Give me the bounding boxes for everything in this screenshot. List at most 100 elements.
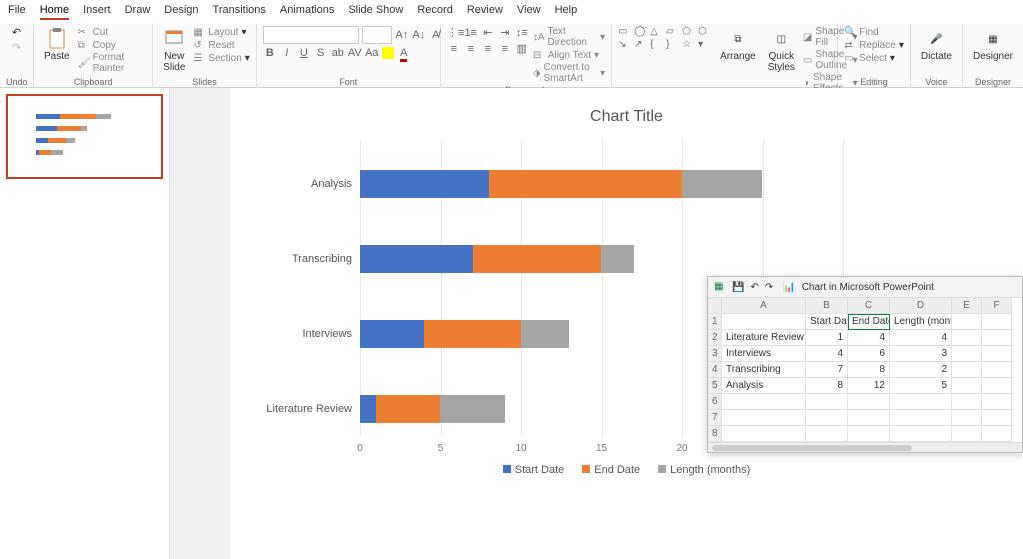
- format-painter-button[interactable]: 🖌Format Painter: [78, 52, 147, 74]
- undo-icon[interactable]: ↶: [12, 26, 21, 39]
- layout-button[interactable]: ▦Layout ▾: [193, 26, 249, 38]
- replace-button[interactable]: ⇄Replace ▾: [844, 39, 904, 51]
- menu-record[interactable]: Record: [417, 4, 452, 20]
- data-window-titlebar[interactable]: ▦ 💾 ↶ ↷ 📊 Chart in Microsoft PowerPoint: [708, 277, 1022, 298]
- find-button[interactable]: 🔍Find: [844, 26, 904, 38]
- dictate-button[interactable]: 🎤 Dictate: [917, 26, 956, 64]
- redo-mini-icon[interactable]: ↷: [765, 282, 773, 293]
- bar-row[interactable]: [360, 170, 762, 198]
- layout-icon: ▦: [193, 26, 205, 38]
- align-right-button[interactable]: ≡: [481, 43, 495, 55]
- text-direction-button[interactable]: ↕AText Direction ▾: [533, 26, 605, 48]
- save-icon[interactable]: 💾: [732, 282, 744, 293]
- category-label: Transcribing: [292, 253, 352, 265]
- brush-icon: 🖌: [78, 57, 90, 69]
- align-left-button[interactable]: ≡: [447, 43, 461, 55]
- bullets-button[interactable]: ⋮≡: [447, 26, 461, 39]
- italic-button[interactable]: I: [280, 47, 294, 59]
- indent-dec-button[interactable]: ⇤: [481, 26, 495, 39]
- ribbon: ↶ ↷ Undo Paste ✂Cut ⧉Copy 🖌Format Painte…: [0, 24, 1023, 88]
- quick-styles-button[interactable]: ◫ Quick Styles: [764, 26, 799, 75]
- align-text-button[interactable]: ⊟Align Text ▾: [533, 49, 605, 61]
- menu-help[interactable]: Help: [555, 4, 578, 20]
- bar-row[interactable]: [360, 320, 569, 348]
- strike-button[interactable]: S: [314, 47, 328, 59]
- designer-icon: ▦: [982, 28, 1004, 50]
- group-label-voice: Voice: [917, 76, 956, 87]
- group-label-slides: Slides: [159, 76, 250, 87]
- bar-row[interactable]: [360, 245, 634, 273]
- menu-home[interactable]: Home: [40, 4, 69, 20]
- replace-icon: ⇄: [844, 39, 856, 51]
- copy-icon: ⧉: [78, 39, 90, 51]
- section-icon: ☰: [193, 52, 205, 64]
- line-spacing-button[interactable]: ↕≡: [515, 27, 529, 39]
- columns-button[interactable]: ▥: [515, 42, 529, 55]
- justify-button[interactable]: ≡: [498, 43, 512, 55]
- decrease-font-icon[interactable]: A↓: [412, 29, 426, 41]
- x-tick: 20: [676, 443, 687, 454]
- cut-icon: ✂: [78, 26, 90, 38]
- new-slide-button[interactable]: New Slide: [159, 26, 189, 75]
- align-center-button[interactable]: ≡: [464, 43, 478, 55]
- font-size-select[interactable]: [362, 26, 392, 44]
- bar-row[interactable]: [360, 395, 505, 423]
- redo-icon[interactable]: ↷: [12, 41, 21, 54]
- x-tick: 5: [438, 443, 444, 454]
- reset-button[interactable]: ↺Reset: [193, 39, 249, 51]
- font-family-select[interactable]: [263, 26, 359, 44]
- new-slide-icon: [163, 28, 185, 50]
- x-tick: 15: [596, 443, 607, 454]
- paste-button[interactable]: Paste: [40, 26, 74, 64]
- numbering-button[interactable]: 1≡: [464, 27, 478, 39]
- spacing-button[interactable]: AV: [348, 47, 362, 59]
- menu-bar: File Home Insert Draw Design Transitions Anima…: [0, 0, 1023, 24]
- legend-item-2[interactable]: End Date: [582, 464, 640, 476]
- copy-button[interactable]: ⧉Copy: [78, 39, 147, 51]
- menu-design[interactable]: Design: [164, 4, 198, 20]
- indent-inc-button[interactable]: ⇥: [498, 26, 512, 39]
- chart-data-window[interactable]: ▦ 💾 ↶ ↷ 📊 Chart in Microsoft PowerPoint …: [707, 276, 1023, 453]
- menu-draw[interactable]: Draw: [125, 4, 151, 20]
- arrange-button[interactable]: ⧉ Arrange: [716, 26, 760, 64]
- shapes-gallery[interactable]: ▭◯△▱⬠⬡ ↘↗{}☆▾: [618, 26, 712, 50]
- arrange-icon: ⧉: [727, 28, 749, 50]
- x-tick: 0: [357, 443, 363, 454]
- designer-button[interactable]: ▦ Designer: [969, 26, 1017, 64]
- fill-icon: ◪: [803, 31, 812, 43]
- menu-transitions[interactable]: Transitions: [213, 4, 266, 20]
- select-button[interactable]: ▭Select ▾: [844, 52, 904, 64]
- menu-slide-show[interactable]: Slide Show: [348, 4, 403, 20]
- highlight-button[interactable]: [382, 47, 394, 59]
- increase-font-icon[interactable]: A↑: [395, 29, 409, 41]
- data-scrollbar[interactable]: [708, 442, 1022, 452]
- section-button[interactable]: ☰Section ▾: [193, 52, 249, 64]
- shadow-button[interactable]: ab: [331, 47, 345, 59]
- menu-file[interactable]: File: [8, 4, 26, 20]
- legend-item-1[interactable]: Start Date: [503, 464, 565, 476]
- smartart-button[interactable]: ⬗Convert to SmartArt ▾: [533, 62, 605, 84]
- case-button[interactable]: Aa: [365, 47, 379, 59]
- group-label-editing: Editing: [844, 76, 904, 87]
- reset-icon: ↺: [193, 39, 205, 51]
- category-label: Analysis: [311, 178, 352, 190]
- font-color-button[interactable]: A: [397, 47, 411, 59]
- chart-legend[interactable]: Start Date End Date Length (months): [260, 464, 993, 476]
- cut-button[interactable]: ✂Cut: [78, 26, 147, 38]
- select-icon: ▭: [844, 52, 856, 64]
- chart-title[interactable]: Chart Title: [260, 108, 993, 126]
- data-window-title: Chart in Microsoft PowerPoint: [802, 282, 934, 293]
- data-grid[interactable]: ABCDEF1Start DateEnd DateLength (months)…: [708, 298, 1022, 442]
- underline-button[interactable]: U: [297, 47, 311, 59]
- menu-animations[interactable]: Animations: [280, 4, 334, 20]
- slide-thumb-1[interactable]: [6, 94, 163, 179]
- bold-button[interactable]: B: [263, 47, 277, 59]
- legend-item-3[interactable]: Length (months): [658, 464, 750, 476]
- menu-view[interactable]: View: [517, 4, 541, 20]
- excel-icon: ▦: [714, 281, 726, 293]
- slide-number: 1: [0, 94, 1, 104]
- group-label-undo: Undo: [6, 76, 27, 87]
- menu-review[interactable]: Review: [467, 4, 503, 20]
- menu-insert[interactable]: Insert: [83, 4, 111, 20]
- undo-mini-icon[interactable]: ↶: [750, 282, 758, 293]
